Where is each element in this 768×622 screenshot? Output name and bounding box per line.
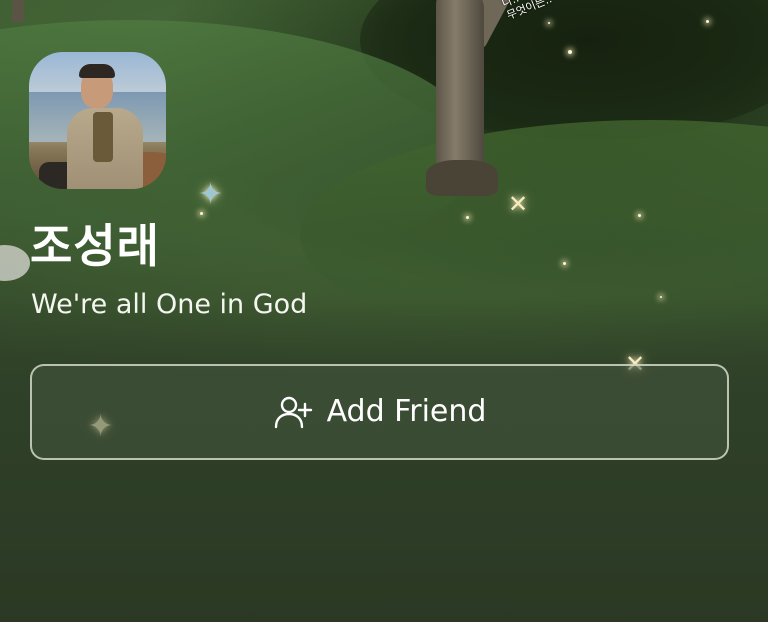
avatar-photo-scarf bbox=[93, 112, 113, 162]
add-friend-label: Add Friend bbox=[326, 394, 487, 429]
profile-screen: 나.. ...심히.. 무엇이든.. ✦ ✕ ✕ ✦ 조성래 We're all… bbox=[0, 0, 768, 622]
avatar-photo-hair bbox=[79, 64, 115, 78]
glow-dot bbox=[200, 212, 203, 215]
glow-dot bbox=[563, 262, 566, 265]
status-message: We're all One in God bbox=[31, 289, 308, 320]
profile-name: 조성래 bbox=[30, 219, 160, 273]
background-post bbox=[12, 0, 24, 22]
sparkle-icon: ✕ bbox=[508, 190, 529, 218]
person-add-icon bbox=[274, 396, 312, 429]
glow-dot bbox=[466, 216, 469, 219]
sparkle-icon: ✦ bbox=[198, 177, 224, 212]
glow-dot bbox=[706, 20, 709, 23]
glow-dot bbox=[568, 50, 572, 54]
glow-dot bbox=[638, 214, 641, 217]
glow-dot bbox=[660, 296, 662, 298]
glow-dot bbox=[548, 22, 550, 24]
background-fade bbox=[0, 300, 768, 622]
add-friend-button[interactable]: Add Friend bbox=[30, 364, 729, 460]
avatar[interactable] bbox=[29, 52, 166, 189]
tree-roots bbox=[426, 160, 498, 196]
